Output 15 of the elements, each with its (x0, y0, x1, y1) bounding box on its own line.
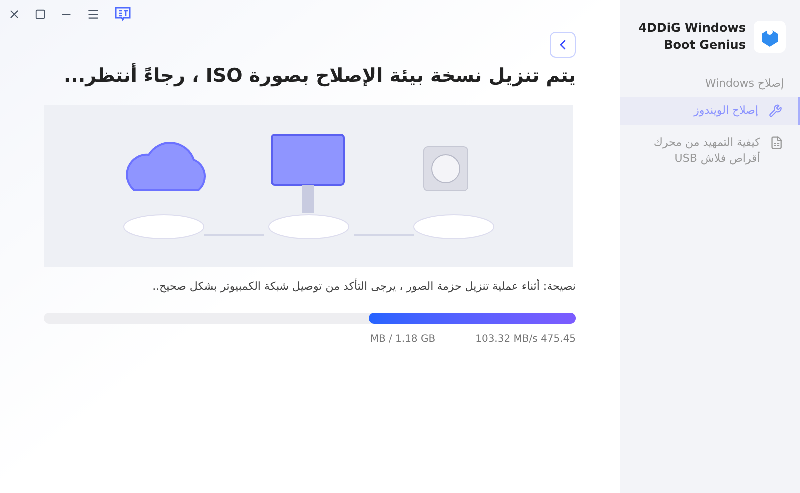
menu-icon[interactable] (87, 8, 100, 20)
tip-text: نصيحة: أثناء عملية تنزيل حزمة الصور ، يرجى التأكد من توصيل شبكة الكمبيوتر بشكل صحيح.. (152, 278, 576, 295)
close-icon[interactable] (8, 8, 21, 20)
sidebar-item[interactable]: كيفية التمهيد من محرك أقراص فلاش USB (620, 128, 800, 172)
document-icon (770, 136, 784, 150)
size-text: MB / 1.18 GB (370, 333, 436, 347)
section-label: إصلاح Windows (704, 76, 785, 92)
wrench-icon (768, 104, 782, 118)
page-title: يتم تنزيل نسخة بيئة الإصلاح بصورة ISO ، رجاءً أنتظر... (62, 62, 576, 89)
app-name: 4DDiG Windows Boot Genius (638, 20, 746, 54)
maximize-icon[interactable] (35, 8, 46, 20)
speed-text: 103.32 MB/s 475.45 (476, 333, 576, 347)
app-logo-icon (754, 21, 786, 53)
feedback-icon[interactable] (114, 6, 132, 22)
sidebar-item[interactable]: إصلاح الويندوز (620, 96, 800, 124)
